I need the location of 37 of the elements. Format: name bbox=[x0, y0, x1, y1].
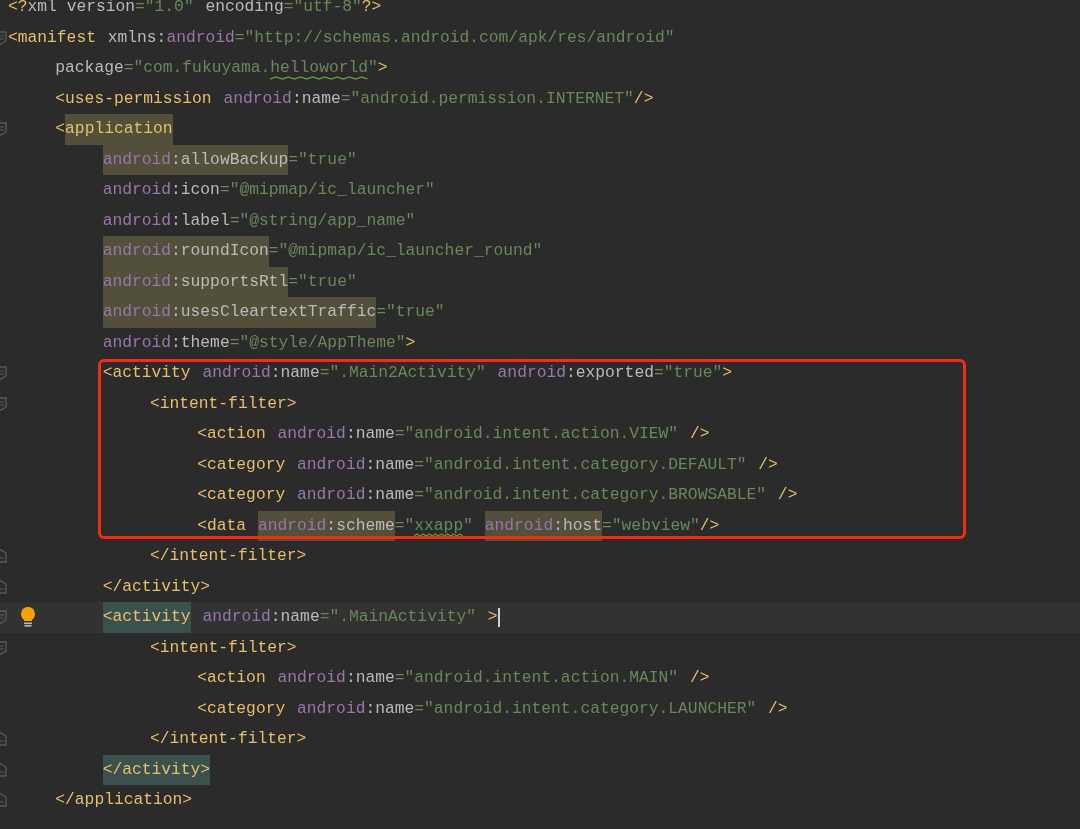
code-line: android:theme="@style/AppTheme"> bbox=[101, 331, 416, 354]
code-line: package="com.fukuyama.helloworld"> bbox=[8, 53, 388, 84]
code-line: <uses-permission android:name="android.permission.INTERNET"/> bbox=[54, 87, 654, 110]
code-line: <category android:name="android.intent.category.LAUNCHER" /> bbox=[196, 697, 788, 720]
fold-marker-icon[interactable] bbox=[0, 610, 8, 625]
code-line: </intent-filter> bbox=[148, 545, 307, 567]
code-line: <?xml version="1.0" encoding="utf-8"?> bbox=[8, 0, 382, 18]
code-line: <intent-filter> bbox=[148, 392, 297, 415]
code-line: </intent-filter> bbox=[148, 728, 307, 750]
code-line: <action android:name="android.intent.action.MAIN" /> bbox=[196, 667, 710, 689]
code-line: <category android:name="android.intent.category.BROWSABLE" /> bbox=[196, 484, 798, 506]
code-line: </application> bbox=[54, 789, 193, 811]
fold-marker-icon[interactable] bbox=[0, 762, 8, 777]
fold-marker-icon[interactable] bbox=[0, 640, 8, 655]
lightbulb-icon[interactable] bbox=[18, 606, 38, 628]
fold-marker-icon[interactable] bbox=[0, 579, 8, 594]
code-line: <activity android:name=".MainActivity" > bbox=[8, 602, 500, 633]
fold-marker-icon[interactable] bbox=[0, 30, 8, 45]
code-line: android:label="@string/app_name" bbox=[101, 209, 416, 232]
code-line: android:icon="@mipmap/ic_launcher" bbox=[101, 179, 435, 201]
fold-marker-icon[interactable] bbox=[0, 549, 8, 564]
code-line: android:usesCleartextTraffic="true" bbox=[8, 297, 445, 328]
fold-marker-icon[interactable] bbox=[0, 396, 8, 411]
code-line: <intent-filter> bbox=[148, 636, 297, 659]
code-line: android:allowBackup="true" bbox=[8, 144, 357, 175]
fold-marker-icon[interactable] bbox=[0, 732, 8, 747]
code-line: <action android:name="android.intent.action.VIEW" /> bbox=[196, 423, 710, 445]
code-line: <manifest xmlns:android="http://schemas.android.com/apk/res/android" bbox=[8, 26, 675, 49]
code-line: <category android:name="android.intent.category.DEFAULT" /> bbox=[196, 453, 778, 476]
code-line: <activity android:name=".Main2Activity" android:exported="true"> bbox=[101, 362, 733, 384]
code-line: </activity> bbox=[101, 575, 211, 598]
fold-marker-icon[interactable] bbox=[0, 793, 8, 808]
fold-marker-icon[interactable] bbox=[0, 122, 8, 137]
code-line: android:supportsRtl="true" bbox=[8, 266, 357, 297]
fold-marker-icon[interactable] bbox=[0, 366, 8, 381]
code-line: android:roundIcon="@mipmap/ic_launcher_round" bbox=[8, 236, 543, 267]
code-line: <data android:scheme="xxapp" android:host="webview"/> bbox=[8, 510, 720, 541]
